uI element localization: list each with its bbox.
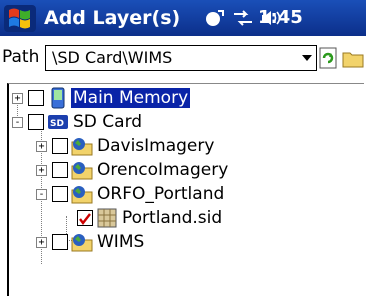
tree-item-label: Portland.sid — [122, 208, 223, 228]
refresh-icon[interactable] — [318, 47, 340, 69]
device-icon — [51, 87, 65, 109]
layer-folder-icon — [71, 234, 93, 252]
layer-checkbox[interactable] — [28, 114, 44, 130]
tree-item-label: Main Memory — [71, 88, 191, 108]
path-dropdown[interactable]: \SD Card\WIMS — [45, 45, 317, 71]
tree-item-label: WIMS — [97, 232, 145, 252]
expand-button[interactable]: + — [36, 141, 47, 152]
svg-text:SD: SD — [50, 119, 64, 129]
layer-checkbox[interactable] — [52, 162, 68, 178]
tree-item-label: SD Card — [73, 112, 143, 132]
tree-item-label: DavisImagery — [97, 136, 215, 156]
layer-checkbox[interactable] — [28, 90, 44, 106]
clock[interactable]: 1:45 — [258, 0, 303, 36]
tree-item-label: OrencoImagery — [97, 160, 229, 180]
layer-checkbox[interactable] — [52, 138, 68, 154]
windows-flag-icon[interactable] — [2, 2, 38, 34]
layer-checkbox[interactable] — [52, 234, 68, 250]
path-row: Path \SD Card\WIMS — [0, 42, 366, 72]
tree-item-davisimagery[interactable]: + DavisImagery — [9, 135, 269, 159]
tree-item-sd-card[interactable]: - SD SD Card — [9, 111, 209, 135]
tree-item-orencoimagery[interactable]: + OrencoImagery — [9, 159, 269, 183]
connectivity-icon[interactable] — [232, 8, 254, 28]
expand-button[interactable]: + — [36, 237, 47, 248]
tree-item-portland-sid[interactable]: Portland.sid — [9, 207, 269, 231]
collapse-button[interactable]: - — [12, 117, 23, 128]
window-title: Add Layer(s) — [44, 7, 181, 29]
title-bar: Add Layer(s) 1:45 — [0, 0, 366, 36]
layer-tree[interactable]: + Main Memory - SD SD Card + DavisImager… — [7, 83, 364, 296]
sync-icon[interactable] — [204, 8, 226, 28]
tree-item-label: ORFO_Portland — [97, 184, 225, 204]
layer-checkbox[interactable] — [52, 186, 68, 202]
layer-folder-icon — [71, 162, 93, 180]
tree-item-main-memory[interactable]: + Main Memory — [9, 87, 209, 111]
tree-item-orfo-portland[interactable]: - ORFO_Portland — [9, 183, 269, 207]
layer-folder-icon — [71, 138, 93, 156]
layer-folder-icon — [71, 186, 93, 204]
check-icon — [79, 213, 91, 225]
expand-button[interactable]: + — [12, 93, 23, 104]
folder-icon[interactable] — [342, 47, 364, 69]
path-label: Path — [2, 47, 40, 67]
expand-button[interactable]: + — [36, 165, 47, 176]
collapse-button[interactable]: - — [36, 189, 47, 200]
layer-checkbox-checked[interactable] — [77, 210, 93, 226]
sd-card-icon: SD — [48, 115, 68, 129]
path-value: \SD Card\WIMS — [52, 48, 173, 67]
tree-item-wims[interactable]: + WIMS — [9, 231, 269, 255]
chevron-down-icon[interactable] — [302, 55, 312, 61]
raster-file-icon — [97, 208, 117, 228]
